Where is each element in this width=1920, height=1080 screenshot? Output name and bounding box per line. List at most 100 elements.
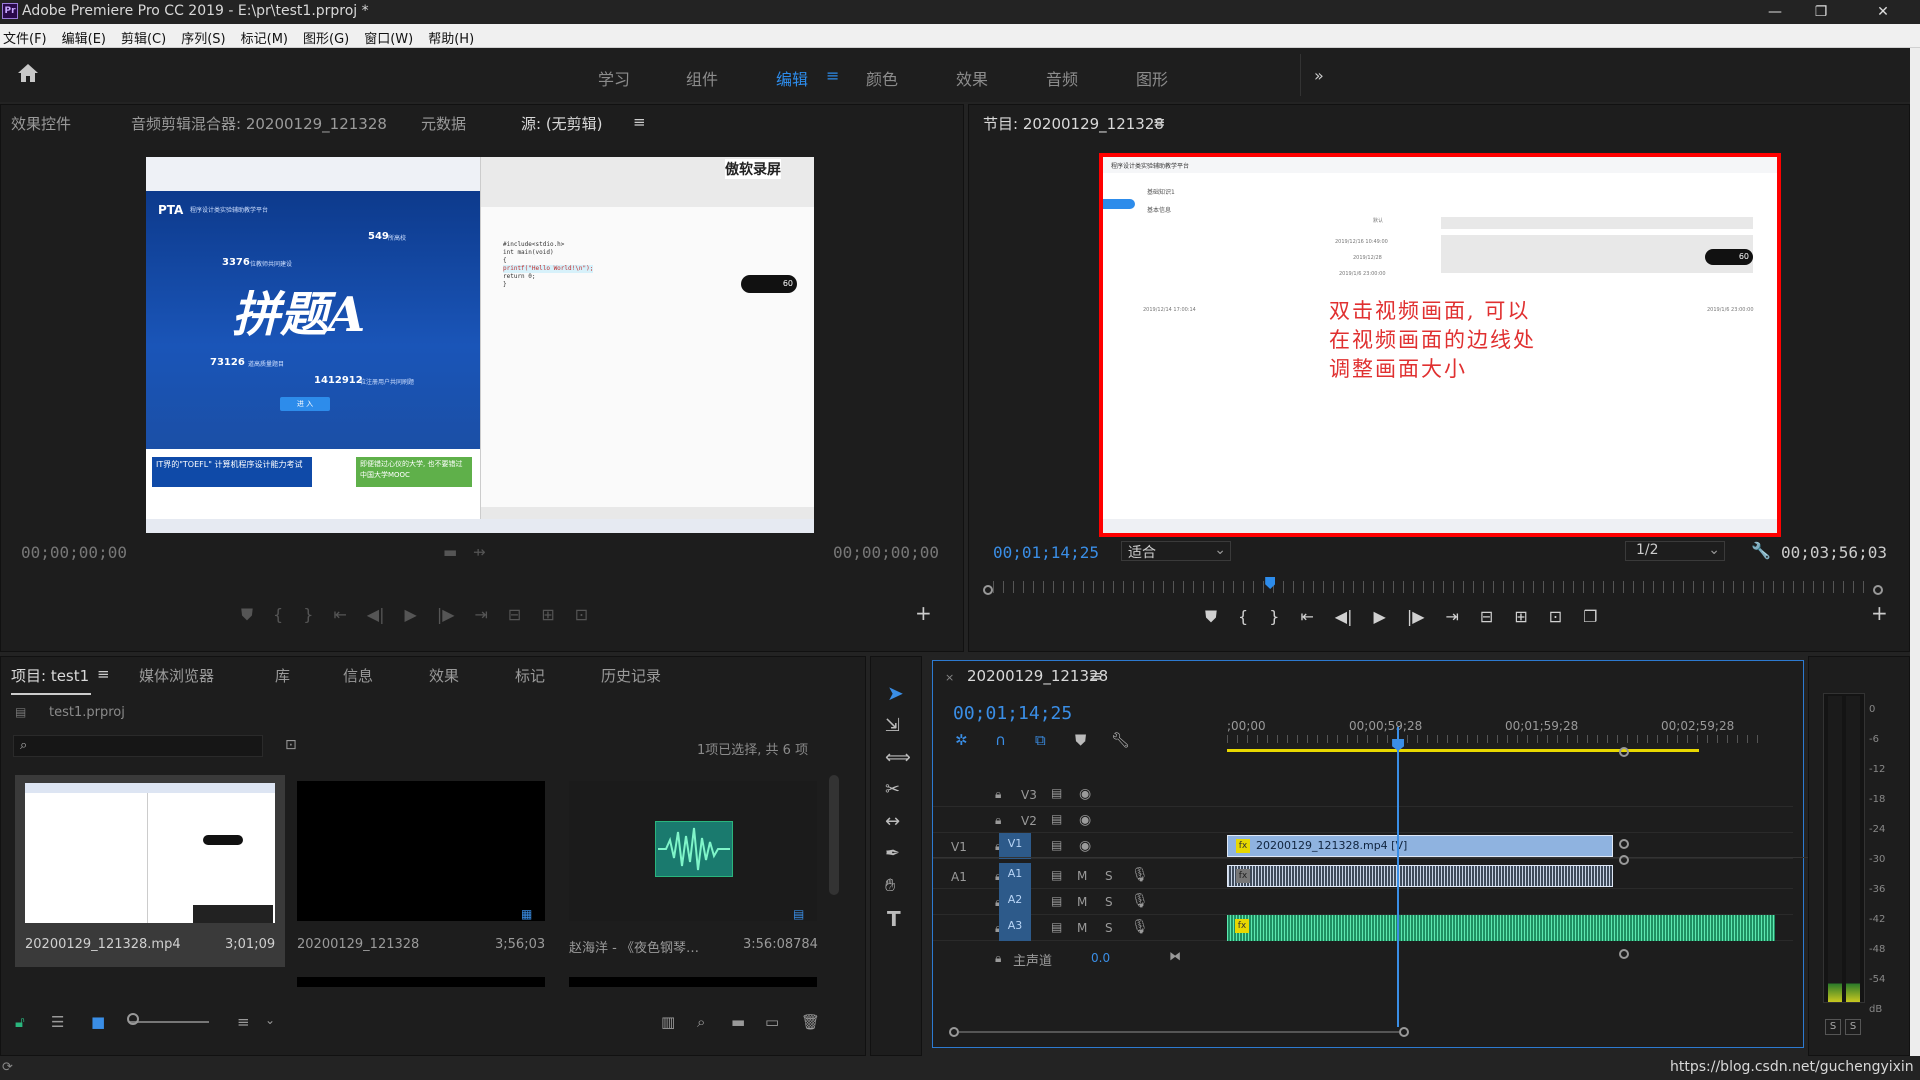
menu-graphics[interactable]: 图形(G) bbox=[300, 24, 352, 47]
sync-lock-icon[interactable]: ▤ bbox=[1051, 920, 1062, 934]
maximize-button[interactable]: ❐ bbox=[1798, 0, 1844, 24]
tab-metadata[interactable]: 元数据 bbox=[421, 113, 466, 134]
audio-clip-linked[interactable]: fx bbox=[1227, 865, 1613, 887]
go-to-in-icon[interactable]: ⇤ bbox=[1300, 607, 1313, 627]
track-label-active[interactable]: A1 bbox=[999, 863, 1031, 889]
project-item-sequence-thumb[interactable]: ▦ bbox=[297, 781, 545, 921]
project-item[interactable]: 20200129_121328.mp4 3;01;09 bbox=[15, 775, 285, 967]
play-icon[interactable]: ▶ bbox=[1374, 607, 1386, 627]
step-forward-icon[interactable]: |▶ bbox=[1407, 607, 1425, 627]
source-timecode-current[interactable]: 00;00;00;00 bbox=[21, 543, 127, 562]
timeline-playhead[interactable] bbox=[1397, 727, 1400, 1027]
source-patch-label[interactable]: A1 bbox=[951, 870, 967, 884]
tab-audio-clip-mixer[interactable]: 音频剪辑混合器: 20200129_121328 bbox=[131, 113, 387, 134]
program-preview-frame[interactable]: 程序设计类实验辅助教学平台 基础知识1 基本信息 默认 2019/12/16 1… bbox=[1099, 153, 1781, 537]
workspace-assembly[interactable]: 组件 bbox=[686, 66, 718, 90]
timeline-ruler[interactable]: ;00;00 00;00;59;28 00;01;59;28 00;02;59;… bbox=[1227, 717, 1789, 747]
go-to-out-icon[interactable]: ⇥ bbox=[1446, 607, 1459, 627]
menu-sequence[interactable]: 序列(S) bbox=[178, 24, 228, 47]
mark-out-icon[interactable]: } bbox=[1269, 607, 1279, 627]
solo-right-button[interactable]: S bbox=[1845, 1019, 1861, 1035]
tab-libraries[interactable]: 库 bbox=[275, 665, 290, 686]
scroll-handle[interactable] bbox=[1619, 839, 1629, 849]
workspace-graphics[interactable]: 图形 bbox=[1136, 66, 1168, 90]
workspace-effects[interactable]: 效果 bbox=[956, 66, 988, 90]
resolution-dropdown[interactable]: 1/2 ⌄ bbox=[1625, 541, 1725, 561]
zoom-slider-handle[interactable] bbox=[127, 1013, 139, 1025]
project-scrollbar[interactable] bbox=[829, 775, 839, 895]
close-button[interactable]: ✕ bbox=[1860, 0, 1906, 24]
tab-project[interactable]: 项目: test1 bbox=[11, 665, 89, 686]
tab-markers[interactable]: 标记 bbox=[515, 665, 545, 686]
go-to-end-icon[interactable]: ⧓ bbox=[1169, 949, 1181, 963]
sync-lock-icon[interactable]: ▤ bbox=[1051, 786, 1062, 800]
eye-icon[interactable]: ◉ bbox=[1079, 786, 1091, 802]
track-label-active[interactable]: A3 bbox=[999, 915, 1031, 941]
find-icon[interactable]: ⌕ bbox=[697, 1013, 705, 1031]
workspace-overflow-button[interactable]: » bbox=[1314, 66, 1324, 85]
home-icon[interactable] bbox=[16, 62, 40, 88]
source-preview-frame[interactable]: PTA 程序设计类实验辅助教学平台 549 所高校 3376 位教师共同建设 拼… bbox=[146, 157, 814, 533]
slip-tool-icon[interactable]: ↔ bbox=[885, 811, 900, 832]
insert-icon[interactable]: ⊟ bbox=[508, 605, 521, 625]
icon-view-icon[interactable]: ■ bbox=[91, 1013, 105, 1031]
video-clip[interactable]: fx 20200129_121328.mp4 [V] bbox=[1227, 835, 1613, 857]
lock-icon[interactable]: 🔒︎ bbox=[995, 787, 1001, 802]
menu-window[interactable]: 窗口(W) bbox=[361, 24, 416, 47]
mark-in-icon[interactable]: { bbox=[1238, 607, 1248, 627]
go-to-in-icon[interactable]: ⇤ bbox=[333, 605, 346, 625]
menu-edit[interactable]: 编辑(E) bbox=[59, 24, 109, 47]
overwrite-icon[interactable]: ⊞ bbox=[541, 605, 554, 625]
audio-clip-music[interactable]: fx bbox=[1227, 915, 1775, 941]
drag-audio-icon[interactable]: ⇸ bbox=[473, 543, 486, 561]
timeline-timecode[interactable]: 00;01;14;25 bbox=[953, 703, 1072, 724]
solo-button[interactable]: S bbox=[1105, 895, 1113, 909]
drag-video-icon[interactable]: ▬ bbox=[443, 543, 457, 561]
tab-effects[interactable]: 效果 bbox=[429, 665, 459, 686]
type-tool-icon[interactable]: T bbox=[887, 907, 901, 931]
menu-help[interactable]: 帮助(H) bbox=[425, 24, 477, 47]
panel-menu-icon[interactable]: ≡ bbox=[633, 113, 646, 131]
linked-selection-icon[interactable]: ⧉ bbox=[1035, 731, 1046, 749]
source-patch-label[interactable]: V1 bbox=[951, 840, 967, 854]
zoom-handle-right[interactable] bbox=[1399, 1027, 1409, 1037]
go-to-out-icon[interactable]: ⇥ bbox=[475, 605, 488, 625]
solo-button[interactable]: S bbox=[1105, 869, 1113, 883]
new-bin-icon[interactable]: ▬ bbox=[731, 1013, 745, 1031]
lift-icon[interactable]: ⊟ bbox=[1480, 607, 1493, 627]
new-bin-from-search-icon[interactable]: ⊡ bbox=[285, 737, 297, 753]
button-editor-add-icon[interactable]: + bbox=[1871, 601, 1888, 625]
menu-marker[interactable]: 标记(M) bbox=[238, 24, 291, 47]
scroll-handle[interactable] bbox=[1619, 949, 1629, 959]
track-select-tool-icon[interactable]: ⇲ bbox=[885, 715, 900, 736]
wrench-icon[interactable]: 🔧 bbox=[1751, 541, 1771, 560]
master-volume-value[interactable]: 0.0 bbox=[1091, 951, 1110, 965]
selection-tool-icon[interactable]: ➤ bbox=[887, 681, 904, 705]
microphone-icon[interactable]: 🎙︎ bbox=[1131, 893, 1149, 909]
lock-icon[interactable]: 🔒︎ bbox=[995, 951, 1001, 966]
workspace-learn[interactable]: 学习 bbox=[598, 66, 630, 90]
new-item-icon[interactable]: ▭ bbox=[765, 1013, 779, 1031]
program-scrub-bar[interactable] bbox=[983, 577, 1883, 599]
extract-icon[interactable]: ⊞ bbox=[1514, 607, 1527, 627]
microphone-icon[interactable]: 🎙︎ bbox=[1131, 867, 1149, 883]
close-sequence-icon[interactable]: × bbox=[945, 671, 954, 684]
eye-icon[interactable]: ◉ bbox=[1079, 838, 1091, 854]
step-back-icon[interactable]: ◀| bbox=[1335, 607, 1353, 627]
mute-button[interactable]: M bbox=[1077, 895, 1087, 909]
sort-icon[interactable]: ≡ bbox=[237, 1013, 250, 1031]
add-marker-icon[interactable]: ⛊ bbox=[241, 605, 253, 625]
minimize-button[interactable]: — bbox=[1752, 0, 1798, 24]
workspace-editing[interactable]: 编辑 bbox=[776, 66, 808, 90]
project-item-audio-thumb[interactable]: ▤ bbox=[569, 781, 817, 921]
razor-tool-icon[interactable]: ✂ bbox=[885, 779, 900, 800]
tab-history[interactable]: 历史记录 bbox=[601, 665, 661, 686]
trash-icon[interactable]: 🗑︎ bbox=[801, 1013, 820, 1031]
export-frame-icon[interactable]: ⊡ bbox=[1549, 607, 1562, 627]
tab-info[interactable]: 信息 bbox=[343, 665, 373, 686]
sync-lock-icon[interactable]: ▤ bbox=[1051, 868, 1062, 882]
lock-icon[interactable]: 🔓︎ bbox=[15, 1013, 25, 1031]
workspace-audio[interactable]: 音频 bbox=[1046, 66, 1078, 90]
mute-button[interactable]: M bbox=[1077, 921, 1087, 935]
add-marker-icon[interactable]: ⛊ bbox=[1205, 607, 1217, 627]
